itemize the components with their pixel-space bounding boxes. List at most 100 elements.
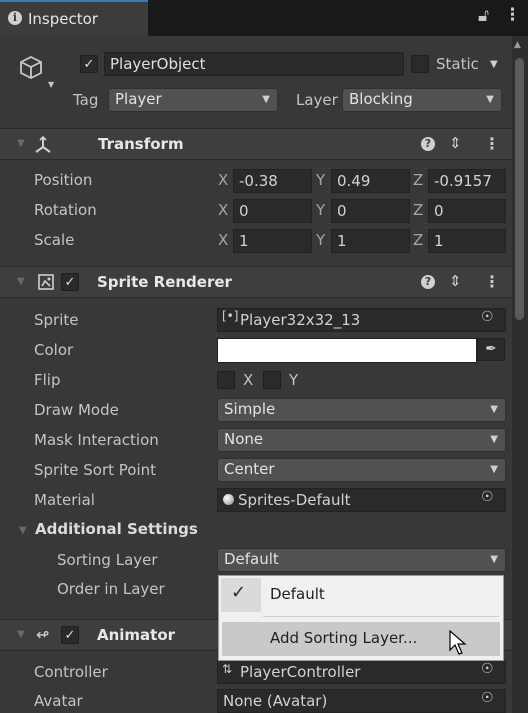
avatar-object-field[interactable]: None (Avatar) (217, 689, 506, 713)
tab-label: Inspector (28, 10, 98, 28)
layer-label: Layer (296, 91, 338, 109)
additional-settings-foldout-icon[interactable]: ▼ (19, 525, 27, 536)
position-x-axis-label[interactable]: X (218, 171, 228, 189)
info-icon: i (8, 11, 22, 25)
avatar-value: None (Avatar) (223, 692, 328, 710)
tab-menu-icon[interactable]: ⋮ (504, 5, 521, 25)
sprite-renderer-enabled-checkbox[interactable]: ✓ (61, 273, 79, 291)
sprite-renderer-header[interactable]: ▼ ✓ Sprite Renderer ? ⇕ ⋮ (0, 266, 512, 298)
avatar-label: Avatar (34, 692, 83, 710)
material-value: Sprites-Default (238, 491, 351, 509)
mouse-cursor-icon (449, 629, 467, 660)
rotation-z-field[interactable]: 0 (428, 199, 506, 223)
sprite-sort-point-dropdown[interactable]: Center ▼ (217, 458, 506, 482)
foldout-arrow-icon: ▼ (17, 138, 25, 149)
gameobject-cube-icon (18, 54, 44, 88)
popup-item-add-label: Add Sorting Layer... (270, 629, 418, 647)
rotation-y-axis-label[interactable]: Y (316, 201, 325, 219)
layer-value: Blocking (349, 90, 413, 108)
additional-settings-label[interactable]: Additional Settings (35, 520, 198, 538)
lock-icon[interactable]: 🔓︎ (478, 6, 489, 26)
active-checkbox[interactable]: ✓ (80, 55, 98, 73)
controller-value: PlayerController (240, 663, 361, 681)
tag-value: Player (115, 90, 162, 108)
popup-item-default[interactable]: ✓ Default (219, 576, 503, 614)
chevron-down-icon: ▼ (490, 464, 498, 475)
mask-interaction-value: None (224, 430, 264, 448)
layer-dropdown[interactable]: Blocking ▼ (342, 88, 502, 112)
object-name-field[interactable]: PlayerObject (104, 52, 404, 76)
sprite-label: Sprite (34, 311, 79, 329)
scroll-up-icon[interactable]: ▲ (514, 40, 521, 50)
sprite-object-field[interactable]: Player32x32_13 (217, 308, 506, 332)
scale-x-axis-label[interactable]: X (218, 231, 228, 249)
static-label[interactable]: Static (436, 55, 479, 73)
context-menu-icon[interactable]: ⋮ (484, 134, 500, 153)
position-z-axis-label[interactable]: Z (413, 171, 423, 189)
flip-label: Flip (34, 371, 61, 389)
object-picker-icon[interactable]: ☉ (481, 309, 494, 325)
position-y-axis-label[interactable]: Y (316, 171, 325, 189)
sprite-asset-icon: [•] (222, 309, 239, 323)
rotation-y-field[interactable]: 0 (331, 199, 410, 223)
object-picker-icon[interactable]: ☉ (481, 690, 494, 706)
checkmark-icon: ✓ (231, 582, 247, 603)
tab-inspector[interactable]: i Inspector (0, 0, 148, 36)
rotation-label: Rotation (34, 201, 97, 219)
controller-label: Controller (34, 663, 108, 681)
scrollbar-thumb[interactable] (515, 58, 524, 320)
animator-title: Animator (97, 626, 176, 644)
scale-z-field[interactable]: 1 (428, 229, 506, 253)
animator-enabled-checkbox[interactable]: ✓ (61, 626, 79, 644)
transform-title: Transform (98, 135, 184, 153)
draw-mode-value: Simple (224, 400, 276, 418)
sorting-layer-label: Sorting Layer (57, 551, 158, 569)
flip-y-checkbox[interactable] (263, 371, 281, 389)
flip-x-checkbox[interactable] (217, 371, 235, 389)
rotation-x-field[interactable]: 0 (233, 199, 312, 223)
scale-y-axis-label[interactable]: Y (316, 231, 325, 249)
position-y-field[interactable]: 0.49 (331, 169, 410, 193)
presets-icon[interactable]: ⇕ (449, 272, 462, 290)
rotation-z-axis-label[interactable]: Z (413, 201, 423, 219)
presets-icon[interactable]: ⇕ (449, 134, 462, 152)
object-picker-icon[interactable]: ☉ (481, 489, 494, 505)
static-dropdown-icon[interactable]: ▼ (490, 59, 498, 70)
scale-x-field[interactable]: 1 (233, 229, 312, 253)
static-checkbox[interactable] (411, 55, 429, 73)
sorting-layer-dropdown[interactable]: Default ▼ (217, 548, 506, 572)
position-x-field[interactable]: -0.38 (233, 169, 312, 193)
popup-item-default-label: Default (270, 585, 325, 603)
context-menu-icon[interactable]: ⋮ (484, 272, 500, 291)
transform-icon (33, 135, 53, 159)
flip-x-label: X (243, 371, 254, 389)
transform-header[interactable]: ▼ Transform ? ⇕ ⋮ (0, 128, 512, 160)
help-icon[interactable]: ? (421, 137, 435, 151)
order-in-layer-label: Order in Layer (57, 580, 165, 598)
sprite-sort-point-value: Center (224, 460, 275, 478)
flip-y-label: Y (289, 371, 299, 389)
position-z-field[interactable]: -0.9157 (428, 169, 506, 193)
rotation-x-axis-label[interactable]: X (218, 201, 228, 219)
tag-dropdown[interactable]: Player ▼ (108, 88, 278, 112)
eyedropper-icon[interactable]: ✒ (477, 338, 505, 361)
color-label: Color (34, 341, 74, 359)
scale-label: Scale (34, 231, 75, 249)
controller-object-field[interactable]: PlayerController (217, 660, 506, 684)
chevron-down-icon: ▼ (490, 404, 498, 415)
chevron-down-icon: ▼ (490, 434, 498, 445)
material-object-field[interactable]: Sprites-Default (217, 488, 506, 512)
color-swatch[interactable] (217, 338, 477, 363)
mask-interaction-dropdown[interactable]: None ▼ (217, 428, 506, 452)
scale-z-axis-label[interactable]: Z (413, 231, 423, 249)
object-picker-icon[interactable]: ☉ (481, 661, 494, 677)
help-icon[interactable]: ? (421, 275, 435, 289)
draw-mode-dropdown[interactable]: Simple ▼ (217, 398, 506, 422)
icon-dropdown-arrow-icon[interactable]: ▼ (48, 80, 54, 89)
animator-icon: ↫ (36, 625, 50, 644)
foldout-arrow-icon: ▼ (17, 276, 25, 287)
scale-y-field[interactable]: 1 (331, 229, 410, 253)
chevron-down-icon: ▼ (486, 94, 494, 105)
sprite-value: Player32x32_13 (240, 311, 361, 329)
chevron-down-icon: ▼ (490, 554, 498, 565)
